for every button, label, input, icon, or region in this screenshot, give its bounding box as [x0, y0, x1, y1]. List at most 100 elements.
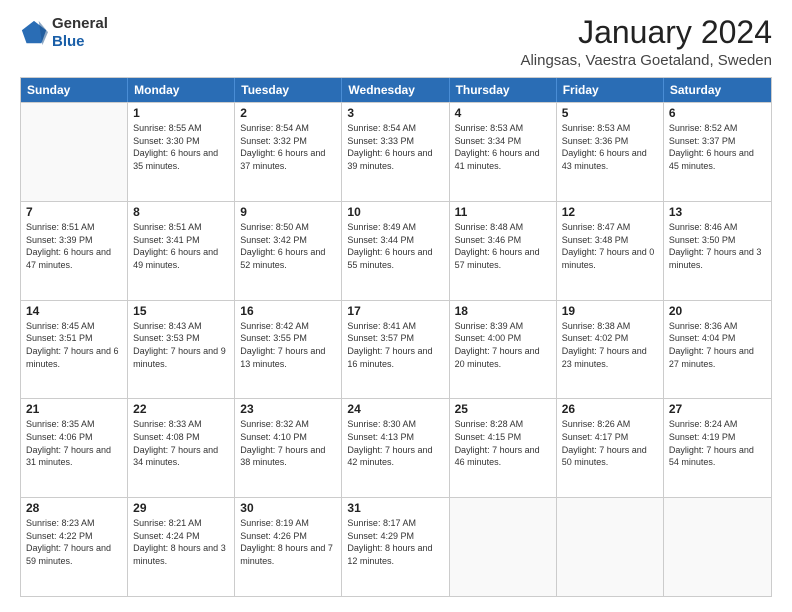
calendar-cell-w3d3: 16Sunrise: 8:42 AMSunset: 3:55 PMDayligh…: [235, 301, 342, 399]
header: General Blue January 2024 Alingsas, Vaes…: [20, 15, 772, 69]
cell-info: Sunrise: 8:49 AMSunset: 3:44 PMDaylight:…: [347, 221, 443, 271]
cell-date: 3: [347, 106, 443, 120]
cell-info: Sunrise: 8:35 AMSunset: 4:06 PMDaylight:…: [26, 418, 122, 468]
calendar-cell-w3d2: 15Sunrise: 8:43 AMSunset: 3:53 PMDayligh…: [128, 301, 235, 399]
cell-date: 13: [669, 205, 766, 219]
calendar-cell-w2d2: 8 Sunrise: 8:51 AMSunset: 3:41 PMDaylight…: [128, 202, 235, 300]
header-tuesday: Tuesday: [235, 78, 342, 102]
cell-date: 25: [455, 402, 551, 416]
cell-date: 19: [562, 304, 658, 318]
calendar-cell-w3d6: 19 Sunrise: 8:38 AMSunset: 4:02 PMDayligh…: [557, 301, 664, 399]
calendar-row-4: 21 Sunrise: 8:35 AMSunset: 4:06 PMDayligh…: [21, 398, 771, 497]
cell-date: 23: [240, 402, 336, 416]
calendar-row-3: 14Sunrise: 8:45 AMSunset: 3:51 PMDayligh…: [21, 300, 771, 399]
calendar-cell-w5d4: 31Sunrise: 8:17 AMSunset: 4:29 PMDayligh…: [342, 498, 449, 596]
calendar-cell-w2d7: 13 Sunrise: 8:46 AMSunset: 3:50 PMDayligh…: [664, 202, 771, 300]
cell-info: Sunrise: 8:24 AMSunset: 4:19 PMDaylight:…: [669, 418, 766, 468]
cell-info: Sunrise: 8:42 AMSunset: 3:55 PMDaylight:…: [240, 320, 336, 370]
cell-info: Sunrise: 8:33 AMSunset: 4:08 PMDaylight:…: [133, 418, 229, 468]
calendar-cell-w3d7: 20 Sunrise: 8:36 AMSunset: 4:04 PMDayligh…: [664, 301, 771, 399]
calendar-cell-w4d7: 27 Sunrise: 8:24 AMSunset: 4:19 PMDayligh…: [664, 399, 771, 497]
logo-blue: Blue: [52, 33, 85, 50]
cell-info: Sunrise: 8:54 AMSunset: 3:33 PMDaylight:…: [347, 122, 443, 172]
cell-info: Sunrise: 8:28 AMSunset: 4:15 PMDaylight:…: [455, 418, 551, 468]
cell-date: 7: [26, 205, 122, 219]
cell-info: Sunrise: 8:51 AMSunset: 3:41 PMDaylight:…: [133, 221, 229, 271]
header-sunday: Sunday: [21, 78, 128, 102]
cell-info: Sunrise: 8:26 AMSunset: 4:17 PMDaylight:…: [562, 418, 658, 468]
calendar-cell-w4d3: 23 Sunrise: 8:32 AMSunset: 4:10 PMDayligh…: [235, 399, 342, 497]
cell-info: Sunrise: 8:53 AMSunset: 3:36 PMDaylight:…: [562, 122, 658, 172]
cell-date: 2: [240, 106, 336, 120]
header-thursday: Thursday: [450, 78, 557, 102]
calendar-cell-w2d6: 12 Sunrise: 8:47 AMSunset: 3:48 PMDayligh…: [557, 202, 664, 300]
calendar-cell-w3d1: 14Sunrise: 8:45 AMSunset: 3:51 PMDayligh…: [21, 301, 128, 399]
cell-date: 9: [240, 205, 336, 219]
calendar-cell-w5d7: [664, 498, 771, 596]
cell-date: 11: [455, 205, 551, 219]
cell-date: 22: [133, 402, 229, 416]
cell-date: 1: [133, 106, 229, 120]
calendar-cell-w3d5: 18Sunrise: 8:39 AMSunset: 4:00 PMDayligh…: [450, 301, 557, 399]
calendar-cell-w4d5: 25 Sunrise: 8:28 AMSunset: 4:15 PMDayligh…: [450, 399, 557, 497]
cell-date: 10: [347, 205, 443, 219]
cell-date: 18: [455, 304, 551, 318]
calendar-cell-w5d5: [450, 498, 557, 596]
calendar: Sunday Monday Tuesday Wednesday Thursday…: [20, 77, 772, 597]
calendar-cell-w2d4: 10 Sunrise: 8:49 AMSunset: 3:44 PMDayligh…: [342, 202, 449, 300]
cell-date: 20: [669, 304, 766, 318]
page: General Blue January 2024 Alingsas, Vaes…: [0, 0, 792, 612]
calendar-cell-w1d1: [21, 103, 128, 201]
cell-info: Sunrise: 8:54 AMSunset: 3:32 PMDaylight:…: [240, 122, 336, 172]
calendar-cell-w2d3: 9 Sunrise: 8:50 AMSunset: 3:42 PMDaylight…: [235, 202, 342, 300]
cell-date: 24: [347, 402, 443, 416]
cell-info: Sunrise: 8:46 AMSunset: 3:50 PMDaylight:…: [669, 221, 766, 271]
cell-info: Sunrise: 8:41 AMSunset: 3:57 PMDaylight:…: [347, 320, 443, 370]
calendar-cell-w5d3: 30Sunrise: 8:19 AMSunset: 4:26 PMDayligh…: [235, 498, 342, 596]
cell-info: Sunrise: 8:55 AMSunset: 3:30 PMDaylight:…: [133, 122, 229, 172]
header-wednesday: Wednesday: [342, 78, 449, 102]
cell-info: Sunrise: 8:50 AMSunset: 3:42 PMDaylight:…: [240, 221, 336, 271]
cell-date: 31: [347, 501, 443, 515]
cell-date: 8: [133, 205, 229, 219]
month-title: January 2024: [520, 15, 772, 50]
header-saturday: Saturday: [664, 78, 771, 102]
calendar-cell-w2d5: 11Sunrise: 8:48 AMSunset: 3:46 PMDayligh…: [450, 202, 557, 300]
calendar-body: 1 Sunrise: 8:55 AMSunset: 3:30 PMDaylight…: [21, 102, 771, 596]
cell-info: Sunrise: 8:32 AMSunset: 4:10 PMDaylight:…: [240, 418, 336, 468]
cell-info: Sunrise: 8:52 AMSunset: 3:37 PMDaylight:…: [669, 122, 766, 172]
logo: General Blue: [20, 15, 108, 51]
cell-date: 29: [133, 501, 229, 515]
calendar-cell-w4d1: 21 Sunrise: 8:35 AMSunset: 4:06 PMDayligh…: [21, 399, 128, 497]
calendar-cell-w4d4: 24Sunrise: 8:30 AMSunset: 4:13 PMDayligh…: [342, 399, 449, 497]
cell-date: 6: [669, 106, 766, 120]
calendar-cell-w1d3: 2 Sunrise: 8:54 AMSunset: 3:32 PMDaylight…: [235, 103, 342, 201]
calendar-cell-w4d6: 26 Sunrise: 8:26 AMSunset: 4:17 PMDayligh…: [557, 399, 664, 497]
cell-date: 30: [240, 501, 336, 515]
calendar-row-5: 28 Sunrise: 8:23 AMSunset: 4:22 PMDayligh…: [21, 497, 771, 596]
calendar-cell-w4d2: 22 Sunrise: 8:33 AMSunset: 4:08 PMDayligh…: [128, 399, 235, 497]
cell-info: Sunrise: 8:23 AMSunset: 4:22 PMDaylight:…: [26, 517, 122, 567]
calendar-cell-w2d1: 7Sunrise: 8:51 AMSunset: 3:39 PMDaylight…: [21, 202, 128, 300]
cell-date: 5: [562, 106, 658, 120]
cell-date: 28: [26, 501, 122, 515]
calendar-row-1: 1 Sunrise: 8:55 AMSunset: 3:30 PMDaylight…: [21, 102, 771, 201]
cell-info: Sunrise: 8:43 AMSunset: 3:53 PMDaylight:…: [133, 320, 229, 370]
cell-info: Sunrise: 8:21 AMSunset: 4:24 PMDaylight:…: [133, 517, 229, 567]
cell-date: 14: [26, 304, 122, 318]
cell-date: 4: [455, 106, 551, 120]
cell-info: Sunrise: 8:36 AMSunset: 4:04 PMDaylight:…: [669, 320, 766, 370]
calendar-cell-w5d6: [557, 498, 664, 596]
calendar-cell-w5d2: 29 Sunrise: 8:21 AMSunset: 4:24 PMDayligh…: [128, 498, 235, 596]
header-monday: Monday: [128, 78, 235, 102]
cell-date: 26: [562, 402, 658, 416]
cell-info: Sunrise: 8:47 AMSunset: 3:48 PMDaylight:…: [562, 221, 658, 271]
cell-date: 12: [562, 205, 658, 219]
cell-date: 21: [26, 402, 122, 416]
cell-info: Sunrise: 8:38 AMSunset: 4:02 PMDaylight:…: [562, 320, 658, 370]
calendar-cell-w1d2: 1 Sunrise: 8:55 AMSunset: 3:30 PMDaylight…: [128, 103, 235, 201]
cell-date: 27: [669, 402, 766, 416]
logo-text: General Blue: [52, 15, 108, 51]
title-block: January 2024 Alingsas, Vaestra Goetaland…: [520, 15, 772, 69]
calendar-cell-w1d5: 4Sunrise: 8:53 AMSunset: 3:34 PMDaylight…: [450, 103, 557, 201]
